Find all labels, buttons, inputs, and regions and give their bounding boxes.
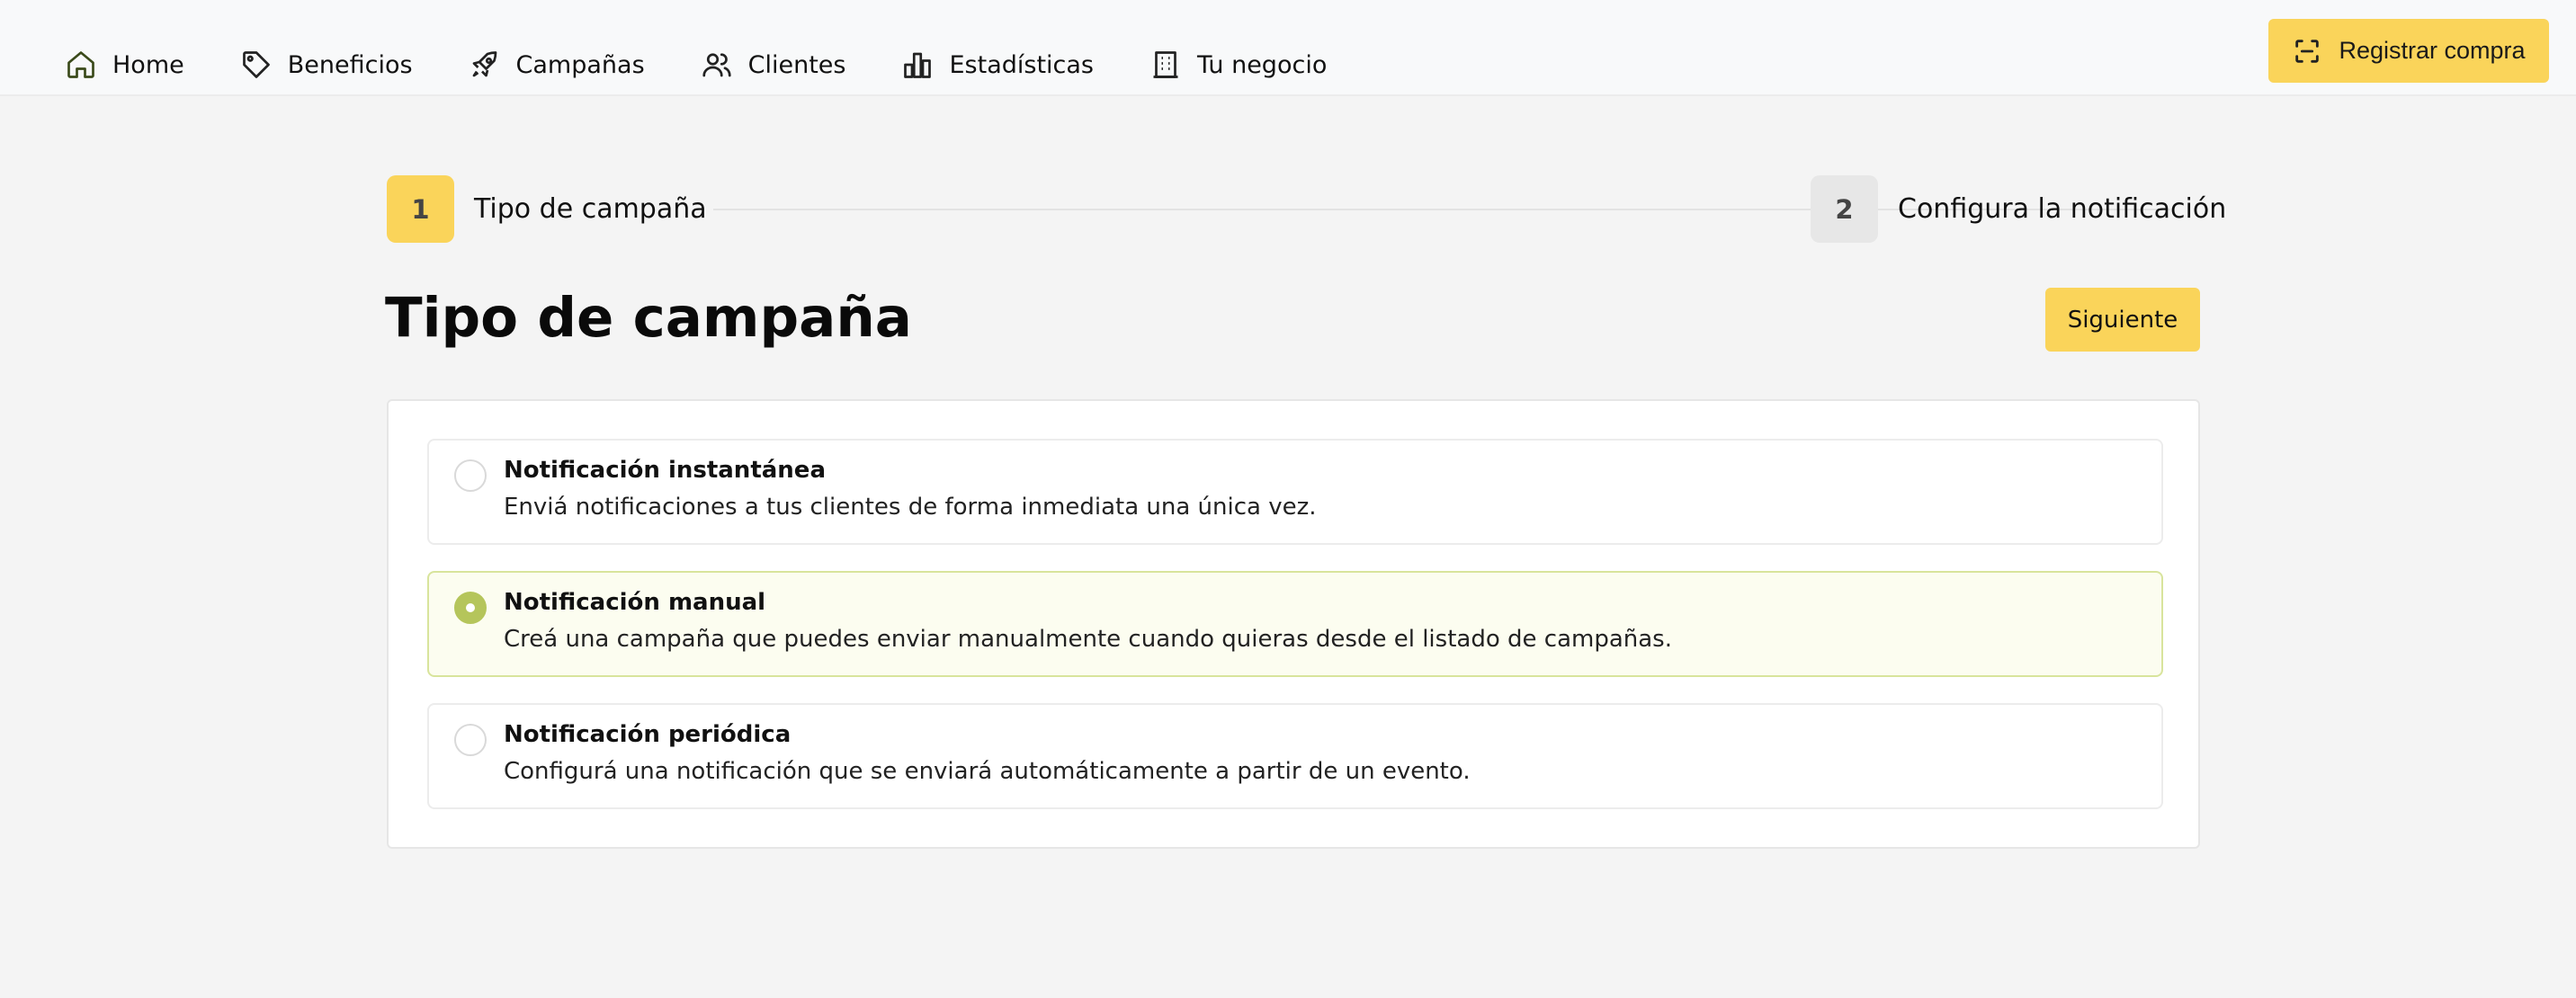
register-purchase-label: Registrar compra xyxy=(2339,37,2526,64)
option-description: Configurá una notificación que se enviar… xyxy=(504,758,1471,785)
nav-item-tu-negocio[interactable]: Tu negocio xyxy=(1148,47,1327,83)
option-description: Creá una campaña que puedes enviar manua… xyxy=(504,626,1672,653)
tag-icon xyxy=(238,47,274,83)
step-1-number: 1 xyxy=(387,175,454,243)
step-2-number: 2 xyxy=(1811,175,1878,243)
option-manual-notification[interactable]: Notificación manual Creá una campaña que… xyxy=(427,571,2163,677)
users-icon xyxy=(699,47,735,83)
option-instant-notification[interactable]: Notificación instantánea Enviá notificac… xyxy=(427,439,2163,545)
nav-item-label: Clientes xyxy=(747,50,846,79)
register-purchase-button[interactable]: Registrar compra xyxy=(2268,19,2549,83)
nav-item-beneficios[interactable]: Beneficios xyxy=(238,47,413,83)
main-nav: Home Beneficios Campañas Clientes Estadí… xyxy=(63,47,1381,83)
nav-item-label: Home xyxy=(112,50,184,79)
bar-chart-icon xyxy=(899,47,935,83)
nav-item-home[interactable]: Home xyxy=(63,47,184,83)
building-icon xyxy=(1148,47,1184,83)
nav-item-campanas[interactable]: Campañas xyxy=(467,47,645,83)
campaign-type-card: Notificación instantánea Enviá notificac… xyxy=(387,399,2200,849)
page-title: Tipo de campaña xyxy=(385,286,912,350)
rocket-icon xyxy=(467,47,503,83)
nav-item-clientes[interactable]: Clientes xyxy=(699,47,846,83)
nav-item-label: Campañas xyxy=(515,50,645,79)
option-description: Enviá notificaciones a tus clientes de f… xyxy=(504,494,1317,521)
nav-item-label: Tu negocio xyxy=(1197,50,1328,79)
radio-button[interactable] xyxy=(454,724,487,756)
step-1-label: Tipo de campaña xyxy=(474,193,707,225)
step-2-label: Configura la notificación xyxy=(1898,193,2227,225)
nav-item-label: Estadísticas xyxy=(949,50,1094,79)
scan-icon xyxy=(2292,36,2322,67)
next-button[interactable]: Siguiente xyxy=(2045,288,2200,352)
option-title: Notificación periódica xyxy=(504,721,792,748)
option-periodic-notification[interactable]: Notificación periódica Configurá una not… xyxy=(427,703,2163,809)
option-title: Notificación instantánea xyxy=(504,457,826,484)
radio-button[interactable] xyxy=(454,459,487,492)
campaign-stepper: 1 Tipo de campaña 2 Configura la notific… xyxy=(387,175,2226,243)
nav-item-estadisticas[interactable]: Estadísticas xyxy=(899,47,1094,83)
top-navigation-bar: Home Beneficios Campañas Clientes Estadí… xyxy=(0,0,2576,96)
radio-button-selected[interactable] xyxy=(454,592,487,624)
home-icon xyxy=(63,47,99,83)
option-title: Notificación manual xyxy=(504,589,766,616)
nav-item-label: Beneficios xyxy=(287,50,413,79)
